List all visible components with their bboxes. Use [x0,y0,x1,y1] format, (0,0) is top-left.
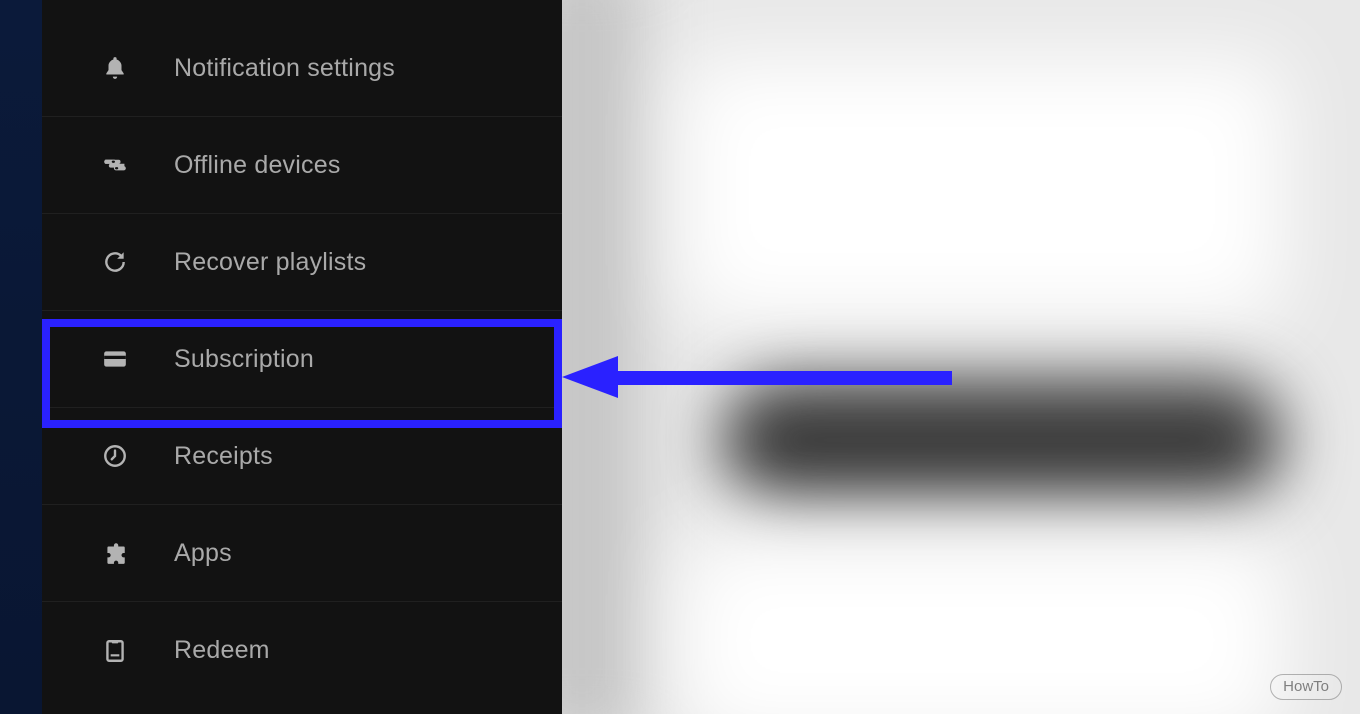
sidebar-item-receipts[interactable]: Receipts [42,408,562,505]
voucher-icon [100,636,130,666]
sidebar-item-notification-settings[interactable]: Notification settings [42,20,562,117]
sidebar-item-label: Offline devices [174,151,341,180]
left-background-strip [0,0,42,714]
sidebar-item-label: Receipts [174,442,273,471]
sidebar-item-recover-playlists[interactable]: Recover playlists [42,214,562,311]
sidebar-item-subscription[interactable]: Subscription [42,311,562,408]
toggle-icon [100,150,130,180]
sidebar-item-redeem[interactable]: Redeem [42,602,562,699]
sidebar-item-offline-devices[interactable]: Offline devices [42,117,562,214]
sidebar-item-label: Apps [174,539,232,568]
blurred-content-area [562,0,1360,714]
puzzle-icon [100,538,130,568]
sidebar-item-apps[interactable]: Apps [42,505,562,602]
card-icon [100,344,130,374]
watermark-badge: HowTo [1270,674,1342,700]
sidebar-item-label: Redeem [174,636,270,665]
refresh-icon [100,247,130,277]
watermark-text: HowTo [1283,678,1329,695]
bell-icon [100,53,130,83]
sidebar-item-label: Recover playlists [174,248,366,277]
clock-icon [100,441,130,471]
sidebar-item-label: Subscription [174,345,314,374]
settings-sidebar: Notification settings Offline devices Re… [42,0,562,714]
sidebar-item-label: Notification settings [174,54,395,83]
